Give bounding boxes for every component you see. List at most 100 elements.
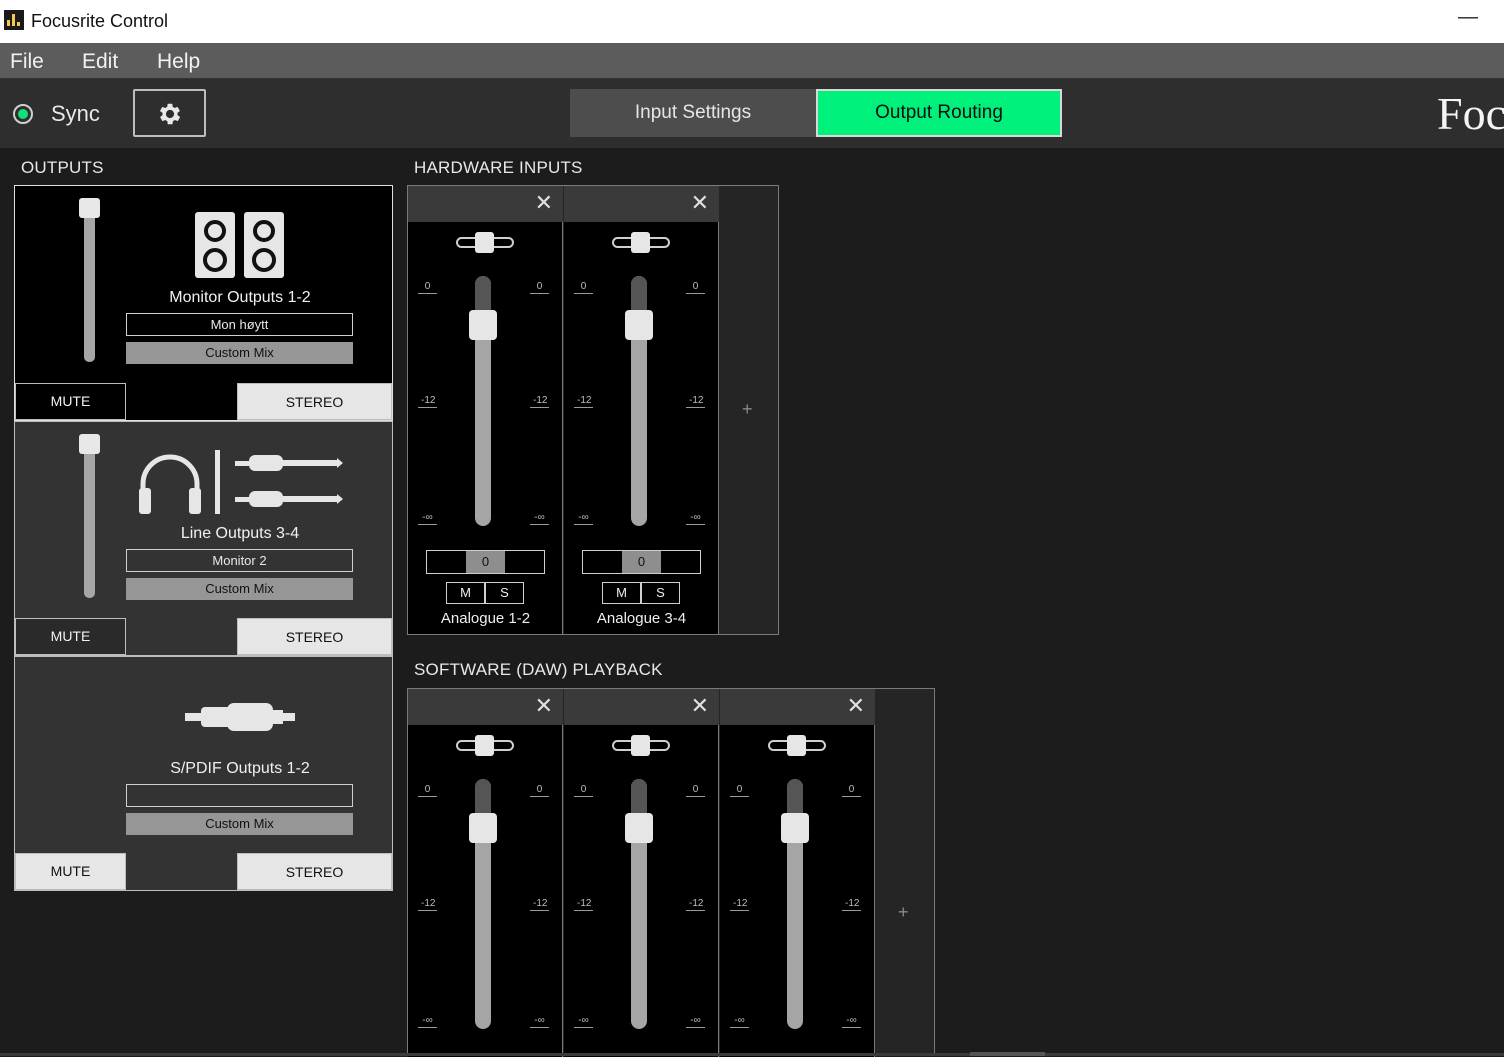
fader-handle[interactable] bbox=[625, 310, 653, 340]
app-logo-icon bbox=[4, 10, 24, 30]
output-label-field[interactable] bbox=[126, 784, 353, 807]
scale-label: 0 bbox=[418, 281, 437, 294]
gain-display[interactable]: 0 bbox=[582, 550, 701, 574]
menu-edit[interactable]: Edit bbox=[82, 50, 118, 74]
channel-strip: ✕ 0 0 -12 -12 -∞ -∞ 0 M S Analogue 1-2 bbox=[408, 186, 563, 634]
scale-label: 0 bbox=[686, 281, 705, 294]
settings-button[interactable] bbox=[133, 89, 206, 137]
mute-channel-button[interactable]: M bbox=[602, 582, 641, 604]
scale-label: -12 bbox=[842, 898, 861, 911]
scale-label: -∞ bbox=[574, 512, 593, 525]
horizontal-scrollbar[interactable] bbox=[970, 1052, 1045, 1056]
add-channel-button[interactable]: + bbox=[742, 399, 753, 420]
close-icon[interactable]: ✕ bbox=[691, 695, 709, 717]
add-channel-area: + bbox=[876, 689, 934, 1057]
gain-value: 0 bbox=[622, 551, 661, 573]
spdif-cable-icon bbox=[185, 703, 295, 731]
gain-value: 0 bbox=[466, 551, 505, 573]
hardware-inputs-heading: HARDWARE INPUTS bbox=[414, 158, 583, 177]
channel-header: ✕ bbox=[564, 186, 719, 222]
pan-handle[interactable] bbox=[475, 232, 494, 253]
output-card-monitor[interactable]: Monitor Outputs 1-2 Custom Mix MUTE STER… bbox=[14, 185, 393, 421]
channel-strip: ✕ 0 0 -12 -12 -∞ -∞ bbox=[408, 689, 563, 1057]
mute-channel-button[interactable]: M bbox=[446, 582, 485, 604]
scale-label: -∞ bbox=[686, 1015, 705, 1028]
scale-label: -12 bbox=[418, 395, 437, 408]
toolbar: Sync Input Settings Output Routing Foc bbox=[0, 79, 1504, 148]
scale-label: 0 bbox=[530, 784, 549, 797]
daw-playback-mixer: ✕ 0 0 -12 -12 -∞ -∞ ✕ 0 0 -12 -12 -∞ -∞ … bbox=[407, 688, 935, 1057]
pan-handle[interactable] bbox=[631, 232, 650, 253]
sync-status-icon bbox=[13, 104, 33, 124]
stereo-button[interactable]: STEREO bbox=[237, 618, 392, 655]
stereo-button[interactable]: STEREO bbox=[237, 383, 392, 420]
fader-handle[interactable] bbox=[469, 813, 497, 843]
tab-output-routing[interactable]: Output Routing bbox=[816, 89, 1062, 137]
scale-label: -∞ bbox=[418, 512, 437, 525]
close-icon[interactable]: ✕ bbox=[535, 192, 553, 214]
output-card-spdif[interactable]: S/PDIF Outputs 1-2 Custom Mix MUTE STERE… bbox=[14, 656, 393, 891]
scale-label: 0 bbox=[574, 281, 593, 294]
output-level-track[interactable] bbox=[84, 440, 95, 598]
scale-label: -12 bbox=[686, 898, 705, 911]
view-tabs: Input Settings Output Routing bbox=[570, 89, 1062, 137]
scale-label: -12 bbox=[530, 898, 549, 911]
minimize-button[interactable]: — bbox=[1458, 6, 1478, 29]
scale-label: -∞ bbox=[730, 1015, 749, 1028]
scale-label: -12 bbox=[530, 395, 549, 408]
solo-channel-button[interactable]: S bbox=[641, 582, 680, 604]
output-label-field[interactable] bbox=[126, 549, 353, 572]
fader-handle[interactable] bbox=[625, 813, 653, 843]
gain-display[interactable]: 0 bbox=[426, 550, 545, 574]
add-channel-area: + bbox=[720, 186, 778, 634]
scale-label: 0 bbox=[418, 784, 437, 797]
stereo-button[interactable]: STEREO bbox=[237, 853, 392, 890]
close-icon[interactable]: ✕ bbox=[535, 695, 553, 717]
add-channel-button[interactable]: + bbox=[898, 902, 909, 923]
window-title: Focusrite Control bbox=[31, 11, 169, 31]
scale-label: 0 bbox=[730, 784, 749, 797]
output-name: Monitor Outputs 1-2 bbox=[169, 289, 311, 306]
channel-strip: ✕ 0 0 -12 -12 -∞ -∞ bbox=[564, 689, 719, 1057]
pan-handle[interactable] bbox=[787, 735, 806, 756]
scale-label: -∞ bbox=[842, 1015, 861, 1028]
scale-label: -12 bbox=[686, 395, 705, 408]
close-icon[interactable]: ✕ bbox=[691, 192, 709, 214]
channel-header: ✕ bbox=[720, 689, 875, 725]
solo-channel-button[interactable]: S bbox=[485, 582, 524, 604]
mute-button[interactable]: MUTE bbox=[15, 853, 126, 890]
pan-handle[interactable] bbox=[475, 735, 494, 756]
output-level-handle[interactable] bbox=[79, 434, 100, 454]
custom-mix-button[interactable]: Custom Mix bbox=[126, 342, 353, 364]
pan-handle[interactable] bbox=[631, 735, 650, 756]
scale-label: -∞ bbox=[530, 512, 549, 525]
scale-label: -∞ bbox=[530, 1015, 549, 1028]
mute-button[interactable]: MUTE bbox=[15, 618, 126, 655]
brand-logo: Foc bbox=[1437, 88, 1504, 139]
channel-name: Analogue 3-4 bbox=[596, 610, 687, 627]
outputs-heading: OUTPUTS bbox=[21, 158, 104, 177]
fader-handle[interactable] bbox=[781, 813, 809, 843]
output-card-line[interactable]: Line Outputs 3-4 Custom Mix MUTE STEREO bbox=[14, 421, 393, 656]
scale-label: 0 bbox=[574, 784, 593, 797]
channel-header: ✕ bbox=[408, 689, 563, 725]
output-level-track[interactable] bbox=[84, 204, 95, 362]
fader-handle[interactable] bbox=[469, 310, 497, 340]
custom-mix-button[interactable]: Custom Mix bbox=[126, 813, 353, 835]
output-label-field[interactable] bbox=[126, 313, 353, 336]
hardware-inputs-mixer: ✕ 0 0 -12 -12 -∞ -∞ 0 M S Analogue 1-2 ✕… bbox=[407, 185, 779, 635]
menu-bar: File Edit Help bbox=[0, 43, 1504, 79]
mute-button[interactable]: MUTE bbox=[15, 383, 126, 420]
scale-label: -12 bbox=[574, 898, 593, 911]
menu-file[interactable]: File bbox=[10, 50, 44, 74]
tab-input-settings[interactable]: Input Settings bbox=[570, 89, 816, 137]
custom-mix-button[interactable]: Custom Mix bbox=[126, 578, 353, 600]
speakers-icon bbox=[195, 212, 284, 278]
output-name: S/PDIF Outputs 1-2 bbox=[170, 760, 310, 777]
output-level-handle[interactable] bbox=[79, 198, 100, 218]
channel-header: ✕ bbox=[408, 186, 563, 222]
scale-label: -∞ bbox=[574, 1015, 593, 1028]
menu-help[interactable]: Help bbox=[157, 50, 200, 74]
daw-playback-heading: SOFTWARE (DAW) PLAYBACK bbox=[414, 660, 663, 679]
close-icon[interactable]: ✕ bbox=[847, 695, 865, 717]
